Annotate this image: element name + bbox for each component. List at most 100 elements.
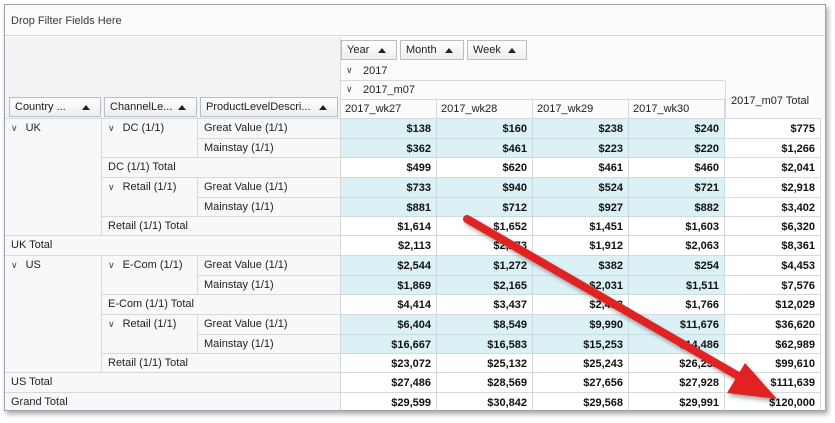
data-cell[interactable]: $27,656 xyxy=(533,373,629,393)
data-cell[interactable]: $2,413 xyxy=(533,295,629,315)
data-cell[interactable]: $2,918 xyxy=(725,178,821,198)
data-cell[interactable]: $4,453 xyxy=(725,256,821,276)
field-country-button[interactable]: Country ... xyxy=(9,97,101,117)
data-cell[interactable]: $1,912 xyxy=(533,236,629,256)
data-cell[interactable]: $220 xyxy=(629,139,725,158)
data-cell[interactable]: $16,667 xyxy=(341,335,437,354)
week-header-wk30[interactable]: 2017_wk30 xyxy=(629,100,725,119)
week-header-wk28[interactable]: 2017_wk28 xyxy=(437,100,533,119)
data-cell[interactable]: $14,486 xyxy=(629,335,725,354)
data-cell[interactable]: $1,614 xyxy=(341,217,437,236)
data-cell[interactable]: $15,253 xyxy=(533,335,629,354)
column-header-month[interactable]: ∨ 2017_m07 xyxy=(341,81,725,100)
data-cell[interactable]: $29,568 xyxy=(533,393,629,410)
data-cell[interactable]: $1,869 xyxy=(341,276,437,295)
collapse-chevron-icon[interactable]: ∨ xyxy=(11,260,18,270)
data-cell[interactable]: $775 xyxy=(725,119,821,139)
month-total-header[interactable]: 2017_m07 Total xyxy=(725,81,821,119)
row-header-channel-dc[interactable]: ∨ DC (1/1) xyxy=(102,119,198,158)
data-cell[interactable]: $111,639 xyxy=(725,373,821,393)
collapse-chevron-icon[interactable]: ∨ xyxy=(346,65,353,76)
data-cell[interactable]: $27,928 xyxy=(629,373,725,393)
data-cell[interactable]: $138 xyxy=(341,119,437,139)
data-cell[interactable]: $7,576 xyxy=(725,276,821,295)
row-header-channel-ecom[interactable]: ∨ E-Com (1/1) xyxy=(102,256,198,295)
data-cell[interactable]: $9,990 xyxy=(533,315,629,335)
data-cell[interactable]: $160 xyxy=(437,119,533,139)
data-cell[interactable]: $36,620 xyxy=(725,315,821,335)
data-cell[interactable]: $2,273 xyxy=(437,236,533,256)
data-cell[interactable]: $1,652 xyxy=(437,217,533,236)
data-cell[interactable]: $461 xyxy=(437,139,533,158)
data-cell[interactable]: $2,063 xyxy=(629,236,725,256)
collapse-chevron-icon[interactable]: ∨ xyxy=(108,123,115,133)
week-header-wk27[interactable]: 2017_wk27 xyxy=(341,100,437,119)
week-header-wk29[interactable]: 2017_wk29 xyxy=(533,100,629,119)
data-cell[interactable]: $2,113 xyxy=(341,236,437,256)
data-cell[interactable]: $12,029 xyxy=(725,295,821,315)
data-cell[interactable]: $2,165 xyxy=(437,276,533,295)
data-cell[interactable]: $620 xyxy=(437,158,533,178)
data-cell[interactable]: $362 xyxy=(341,139,437,158)
data-cell[interactable]: $8,361 xyxy=(725,236,821,256)
data-cell[interactable]: $1,266 xyxy=(725,139,821,158)
data-cell[interactable]: $1,451 xyxy=(533,217,629,236)
data-cell[interactable]: $120,000 xyxy=(725,393,821,410)
data-cell[interactable]: $30,842 xyxy=(437,393,533,410)
data-cell[interactable]: $927 xyxy=(533,198,629,217)
data-cell[interactable]: $223 xyxy=(533,139,629,158)
data-cell[interactable]: $4,414 xyxy=(341,295,437,315)
data-cell[interactable]: $882 xyxy=(629,198,725,217)
data-cell[interactable]: $382 xyxy=(533,256,629,276)
field-product-button[interactable]: ProductLevelDescri... xyxy=(200,97,338,117)
data-cell[interactable]: $29,599 xyxy=(341,393,437,410)
data-cell[interactable]: $712 xyxy=(437,198,533,217)
field-year-button[interactable]: Year xyxy=(341,40,397,60)
data-cell[interactable]: $2,031 xyxy=(533,276,629,295)
data-cell[interactable]: $460 xyxy=(629,158,725,178)
data-cell[interactable]: $2,041 xyxy=(725,158,821,178)
data-cell[interactable]: $254 xyxy=(629,256,725,276)
data-cell[interactable]: $240 xyxy=(629,119,725,139)
data-cell[interactable]: $62,989 xyxy=(725,335,821,354)
row-header-channel-retail[interactable]: ∨ Retail (1/1) xyxy=(102,315,198,354)
data-cell[interactable]: $940 xyxy=(437,178,533,198)
data-cell[interactable]: $28,569 xyxy=(437,373,533,393)
data-cell[interactable]: $8,549 xyxy=(437,315,533,335)
data-cell[interactable]: $1,766 xyxy=(629,295,725,315)
data-cell[interactable]: $1,603 xyxy=(629,217,725,236)
data-cell[interactable]: $26,252 xyxy=(629,354,725,373)
data-cell[interactable]: $3,402 xyxy=(725,198,821,217)
row-header-country-us[interactable]: ∨ US xyxy=(5,256,102,373)
data-cell[interactable]: $99,610 xyxy=(725,354,821,373)
collapse-chevron-icon[interactable]: ∨ xyxy=(108,260,115,270)
data-cell[interactable]: $16,583 xyxy=(437,335,533,354)
data-cell[interactable]: $25,243 xyxy=(533,354,629,373)
data-cell[interactable]: $3,437 xyxy=(437,295,533,315)
data-cell[interactable]: $2,544 xyxy=(341,256,437,276)
data-cell[interactable]: $6,320 xyxy=(725,217,821,236)
data-cell[interactable]: $524 xyxy=(533,178,629,198)
collapse-chevron-icon[interactable]: ∨ xyxy=(108,182,115,192)
data-cell[interactable]: $1,272 xyxy=(437,256,533,276)
data-cell[interactable]: $881 xyxy=(341,198,437,217)
row-header-country-uk[interactable]: ∨ UK xyxy=(5,119,102,236)
data-cell[interactable]: $238 xyxy=(533,119,629,139)
data-cell[interactable]: $461 xyxy=(533,158,629,178)
data-cell[interactable]: $27,486 xyxy=(341,373,437,393)
collapse-chevron-icon[interactable]: ∨ xyxy=(108,319,115,329)
data-cell[interactable]: $1,511 xyxy=(629,276,725,295)
data-cell[interactable]: $11,676 xyxy=(629,315,725,335)
data-cell[interactable]: $23,072 xyxy=(341,354,437,373)
field-channel-button[interactable]: ChannelLe... xyxy=(104,97,197,117)
data-cell[interactable]: $499 xyxy=(341,158,437,178)
row-header-channel-retail[interactable]: ∨ Retail (1/1) xyxy=(102,178,198,217)
collapse-chevron-icon[interactable]: ∨ xyxy=(11,123,18,133)
data-cell[interactable]: $25,132 xyxy=(437,354,533,373)
data-cell[interactable]: $29,991 xyxy=(629,393,725,410)
field-month-button[interactable]: Month xyxy=(400,40,464,60)
collapse-chevron-icon[interactable]: ∨ xyxy=(346,84,353,95)
filter-drop-area[interactable]: Drop Filter Fields Here xyxy=(5,5,825,36)
column-header-year[interactable]: ∨ 2017 xyxy=(341,62,725,81)
data-cell[interactable]: $6,404 xyxy=(341,315,437,335)
